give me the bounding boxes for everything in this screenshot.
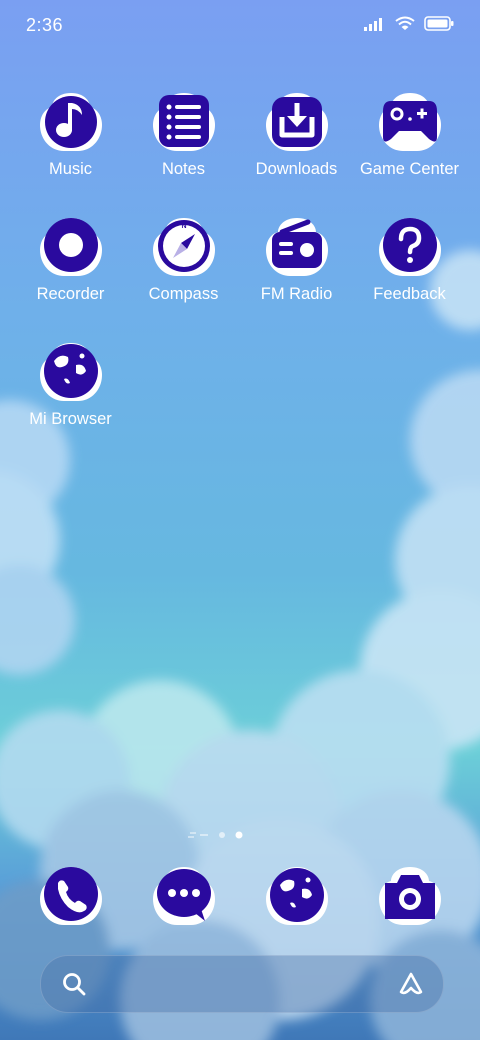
gamepad-icon	[379, 93, 441, 151]
app-feedback[interactable]: Feedback	[353, 214, 466, 324]
messages-icon[interactable]	[151, 863, 217, 929]
app-label: FM Radio	[260, 285, 333, 303]
app-label: Recorder	[36, 285, 105, 303]
app-notes[interactable]: Notes	[127, 89, 240, 199]
record-icon	[40, 218, 102, 276]
phone-icon[interactable]	[38, 863, 104, 929]
globe-icon	[40, 343, 102, 401]
page-dot	[219, 832, 225, 838]
radio-icon	[266, 218, 328, 276]
download-icon	[266, 93, 328, 151]
battery-icon	[424, 16, 454, 31]
app-label: Mi Browser	[29, 410, 112, 428]
music-note-icon	[40, 93, 102, 151]
notes-list-icon	[153, 93, 215, 151]
status-bar: 2:36	[0, 0, 480, 50]
app-mi-browser[interactable]: Mi Browser	[14, 339, 127, 449]
app-label: Compass	[148, 285, 219, 303]
svg-text:N: N	[181, 223, 186, 230]
assistant-icon[interactable]	[397, 970, 425, 998]
app-fm-radio[interactable]: FM Radio	[240, 214, 353, 324]
app-recorder[interactable]: Recorder	[14, 214, 127, 324]
app-label: Game Center	[359, 160, 460, 178]
app-label: Downloads	[255, 160, 338, 178]
app-downloads[interactable]: Downloads	[240, 89, 353, 199]
wifi-icon	[395, 16, 415, 30]
status-time: 2:36	[26, 15, 64, 35]
signal-icon	[364, 17, 382, 31]
app-game-center[interactable]: Game Center	[353, 89, 466, 199]
app-label: Music	[48, 160, 93, 178]
status-icons	[364, 16, 454, 31]
app-compass[interactable]: N Compass	[127, 214, 240, 324]
search-bar[interactable]	[40, 955, 444, 1013]
app-label: Notes	[161, 160, 206, 178]
app-music[interactable]: Music	[14, 89, 127, 199]
question-icon	[379, 218, 441, 276]
page-dot-active	[235, 831, 243, 839]
camera-icon[interactable]	[377, 863, 443, 929]
globe-icon[interactable]	[264, 863, 330, 929]
page-indicator	[188, 831, 243, 839]
search-icon[interactable]	[61, 971, 87, 997]
compass-icon: N	[153, 218, 215, 276]
app-label: Feedback	[373, 285, 446, 303]
feed-page-indicator-icon	[188, 832, 196, 838]
